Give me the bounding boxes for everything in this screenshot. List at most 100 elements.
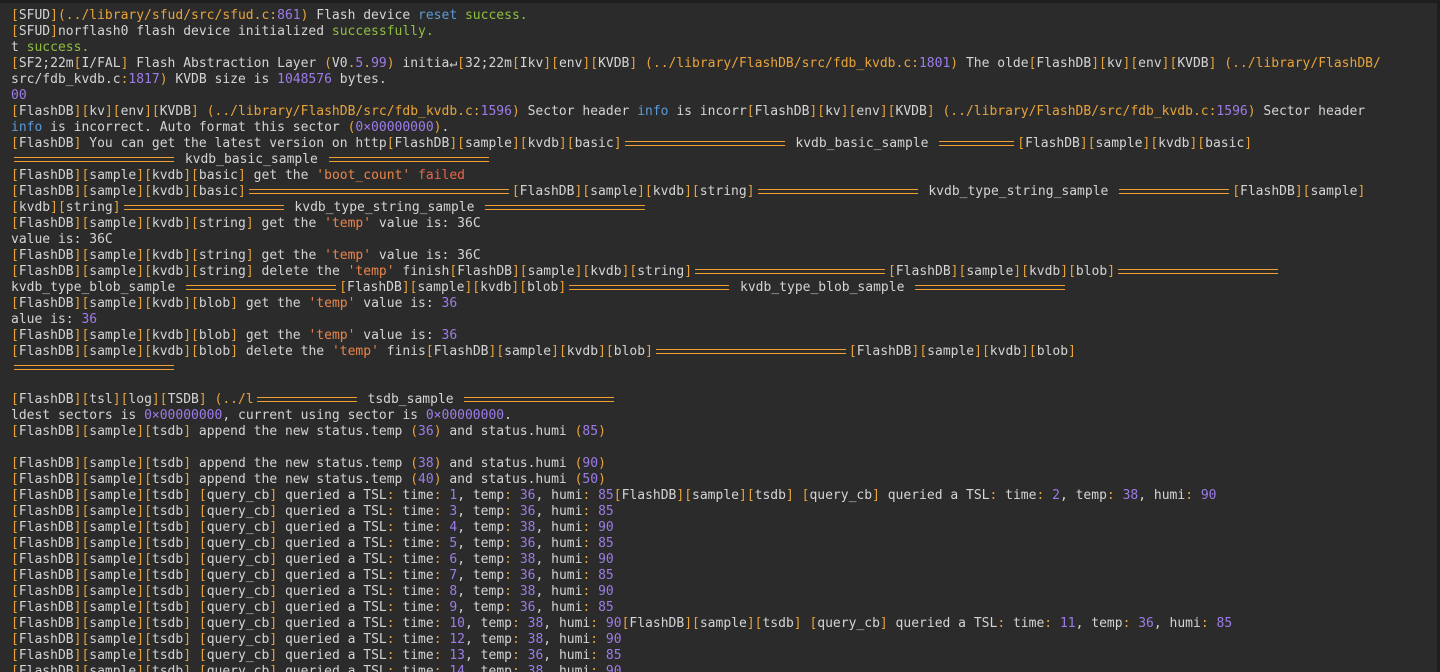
- log-segment: string: [65, 200, 113, 215]
- log-segment: [590, 568, 598, 583]
- log-segment: basic: [198, 168, 239, 183]
- log-segment: kvdb: [590, 264, 622, 279]
- log-segment: ]: [183, 424, 192, 439]
- log-segment: ]: [1107, 264, 1116, 279]
- log-segment: queried a TSL: [277, 488, 387, 503]
- log-segment: ]: [746, 184, 755, 199]
- log-segment: [590, 536, 598, 551]
- log-segment: 90: [582, 456, 599, 471]
- log-segment: and status.humi: [441, 472, 575, 487]
- terminal-line: [FlashDB][sample][tsdb] append the new s…: [11, 456, 1437, 472]
- log-segment: ][: [73, 616, 90, 631]
- log-segment: Sector header: [1255, 104, 1366, 119]
- log-segment: ][: [151, 392, 168, 407]
- log-segment: ][: [1091, 56, 1107, 71]
- log-segment: ): [433, 424, 442, 439]
- log-segment: ][: [183, 168, 199, 183]
- terminal-output[interactable]: [SFUD](../library/sfud/src/sfud.c:861) F…: [0, 0, 1440, 672]
- terminal-line: [FlashDB][sample][kvdb][basic] [FlashDB][…: [11, 184, 1437, 200]
- log-segment: [: [198, 584, 207, 599]
- log-segment: [590, 504, 598, 519]
- log-segment: ]: [684, 264, 693, 279]
- log-segment: and status.humi: [441, 456, 575, 471]
- separator-rule: [248, 189, 509, 194]
- log-segment: ][: [511, 280, 528, 295]
- terminal-line: [kvdb][string] kvdb_type_string_sample: [11, 200, 1437, 216]
- log-segment: ][: [136, 616, 152, 631]
- log-segment: , temp: [457, 520, 505, 535]
- log-segment: time: [394, 488, 434, 503]
- log-segment: kv: [1106, 56, 1123, 71]
- separator-rule: [14, 157, 174, 162]
- log-segment: 38: [527, 632, 544, 647]
- log-segment: :: [433, 520, 442, 535]
- log-segment: ][: [551, 344, 567, 359]
- log-segment: , humi: [535, 568, 583, 583]
- log-segment: [: [11, 488, 19, 503]
- log-segment: kvdb: [151, 344, 184, 359]
- log-segment: sample: [89, 632, 137, 647]
- log-segment: ][: [1189, 136, 1206, 151]
- log-segment: FlashDB: [621, 488, 677, 503]
- log-segment: :: [386, 632, 395, 647]
- log-segment: ][: [449, 136, 465, 151]
- log-segment: SF2;22m: [18, 56, 74, 71]
- log-segment: :: [386, 488, 395, 503]
- log-segment: kvdb_type_string_sample: [920, 184, 1117, 199]
- log-segment: kvdb: [480, 280, 512, 295]
- log-segment: :: [386, 616, 395, 631]
- log-segment: ]: [183, 632, 192, 647]
- log-segment: ]: [269, 664, 278, 672]
- log-segment: queried a TSL: [277, 600, 387, 615]
- log-segment: ][: [136, 504, 152, 519]
- log-segment: env: [856, 104, 880, 119]
- log-segment: tsdb: [151, 520, 184, 535]
- log-segment: (: [410, 424, 419, 439]
- log-segment: [: [11, 664, 19, 672]
- log-segment: ][: [136, 568, 152, 583]
- log-segment: ]: [269, 488, 278, 503]
- log-segment: [191, 600, 199, 615]
- log-segment: kvdb: [151, 328, 184, 343]
- log-segment: ]: [872, 488, 880, 503]
- log-segment: sample: [89, 584, 137, 599]
- log-segment: [410, 168, 418, 183]
- log-segment: tsdb: [151, 600, 184, 615]
- log-segment: query_cb: [206, 536, 270, 551]
- log-segment: V0: [331, 56, 348, 71]
- log-segment: query_cb: [809, 488, 873, 503]
- log-segment: ][: [574, 264, 591, 279]
- log-segment: [: [11, 632, 19, 647]
- log-segment: , current using sector is: [222, 408, 426, 423]
- log-segment: FlashDB: [856, 344, 912, 359]
- log-segment: [: [511, 184, 520, 199]
- log-segment: 3: [449, 504, 458, 519]
- log-segment: query_cb: [206, 584, 270, 599]
- log-segment: blob: [1036, 344, 1069, 359]
- log-segment: ]: [230, 328, 239, 343]
- log-segment: 36: [527, 648, 544, 663]
- log-segment: ]: [269, 616, 278, 631]
- log-segment: [: [198, 520, 207, 535]
- log-segment: queried a TSL: [277, 632, 387, 647]
- log-segment: :: [386, 664, 395, 672]
- log-segment: FlashDB: [18, 424, 74, 439]
- log-segment: ][: [676, 488, 693, 503]
- log-segment: FlashDB: [18, 264, 74, 279]
- log-segment: bytes.: [331, 72, 387, 87]
- log-segment: ][: [183, 264, 199, 279]
- log-segment: 1817: [128, 72, 160, 87]
- log-segment: :: [504, 504, 512, 519]
- log-segment: ][: [73, 424, 90, 439]
- log-segment: [1044, 488, 1052, 503]
- log-segment: tsdb: [754, 488, 786, 503]
- log-segment: [: [746, 104, 755, 119]
- log-segment: ]: [183, 488, 192, 503]
- log-segment: ): [598, 472, 606, 487]
- separator-rule: [186, 285, 337, 290]
- log-segment: [: [11, 24, 19, 39]
- log-segment: ][: [136, 664, 152, 672]
- log-segment: :: [511, 648, 520, 663]
- log-segment: Flash device: [308, 8, 419, 23]
- log-segment: ldest sectors is: [11, 408, 145, 423]
